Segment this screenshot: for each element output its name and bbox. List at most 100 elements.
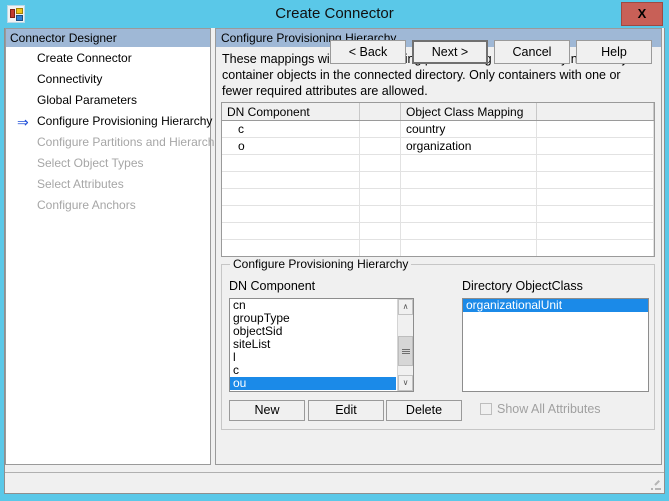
directory-objectclass-label: Directory ObjectClass	[462, 279, 583, 293]
cell-object-class-mapping: organization	[400, 137, 537, 155]
sidebar-item-label: Global Parameters	[37, 93, 138, 107]
directory-objectclass-listbox[interactable]: organizationalUnit	[462, 298, 649, 392]
edit-button[interactable]: Edit	[308, 400, 384, 421]
cell-blank-2	[536, 205, 654, 223]
cancel-button[interactable]: Cancel	[494, 40, 570, 64]
cell-object-class-mapping	[400, 222, 537, 240]
provisioning-hierarchy-panel: Configure Provisioning Hierarchy These m…	[215, 28, 662, 465]
scroll-up-icon[interactable]: ∧	[398, 299, 413, 315]
mapping-table: DN Component Object Class Mapping c count…	[222, 103, 654, 258]
sidebar-item-create-connector[interactable]: Create Connector	[7, 48, 210, 69]
list-item[interactable]: ou	[230, 377, 396, 390]
cell-blank-2	[536, 188, 654, 206]
back-button[interactable]: < Back	[330, 40, 406, 64]
cell-dn-component: c	[222, 120, 360, 138]
footer-bar	[5, 473, 664, 492]
dn-component-label: DN Component	[229, 279, 316, 293]
sidebar-item-label: Select Object Types	[37, 156, 144, 170]
mapping-grid[interactable]: DN Component Object Class Mapping c count…	[221, 102, 655, 257]
table-header-row: DN Component Object Class Mapping	[222, 103, 654, 121]
scrollbar-thumb[interactable]	[398, 336, 413, 366]
list-item[interactable]: organizationalUnit	[463, 299, 648, 312]
dn-component-items: cn groupType objectSid siteList l c ou	[230, 299, 396, 390]
cell-object-class-mapping	[400, 205, 537, 223]
table-row[interactable]	[222, 239, 654, 256]
directory-objectclass-items: organizationalUnit	[463, 299, 648, 312]
groupbox-title: Configure Provisioning Hierarchy	[230, 257, 412, 271]
cell-blank-1	[359, 154, 401, 172]
cell-object-class-mapping	[400, 171, 537, 189]
create-connector-dialog: Create Connector X Connector Designer Cr…	[0, 0, 669, 501]
current-step-arrow-icon: ⇒	[17, 114, 29, 130]
table-row[interactable]	[222, 171, 654, 189]
sidebar-item-label: Connectivity	[37, 72, 103, 86]
column-header-dn-component[interactable]: DN Component	[222, 103, 360, 121]
table-row[interactable]: c country	[222, 120, 654, 138]
delete-button[interactable]: Delete	[386, 400, 462, 421]
show-all-attributes-label: Show All Attributes	[497, 402, 601, 416]
cell-blank-1	[359, 137, 401, 155]
list-item[interactable]: l	[230, 351, 396, 364]
window-title: Create Connector	[275, 5, 394, 22]
sidebar-item-label: Configure Partitions and Hierarchies	[37, 135, 230, 149]
cell-blank-2	[536, 137, 654, 155]
close-button[interactable]: X	[621, 2, 663, 26]
title-bar: Create Connector X	[0, 0, 669, 28]
table-row[interactable]	[222, 205, 654, 223]
resize-grip-icon[interactable]	[648, 478, 661, 491]
sidebar-item-configure-provisioning-hierarchy[interactable]: ⇒ Configure Provisioning Hierarchy	[7, 111, 213, 132]
table-row[interactable]	[222, 222, 654, 240]
sidebar-item-configure-anchors: Configure Anchors	[7, 195, 210, 216]
cell-object-class-mapping	[401, 257, 537, 258]
dialog-client-area: Connector Designer Create Connector Conne…	[4, 28, 665, 494]
cell-blank-2	[536, 222, 654, 240]
cell-blank-1	[359, 120, 401, 138]
sidebar-item-select-object-types: Select Object Types	[7, 153, 210, 174]
cell-blank-1	[359, 171, 401, 189]
cell-blank-1	[359, 188, 401, 206]
help-button[interactable]: Help	[576, 40, 652, 64]
new-button[interactable]: New	[229, 400, 305, 421]
cell-dn-component	[222, 239, 360, 256]
sidebar-item-label: Create Connector	[37, 51, 132, 65]
cell-blank-2	[536, 154, 654, 172]
checkbox-icon	[480, 403, 492, 415]
cell-object-class-mapping	[400, 154, 537, 172]
table-row[interactable]: o organization	[222, 137, 654, 155]
column-header-blank-1[interactable]	[359, 103, 401, 121]
cell-blank-1	[359, 222, 401, 240]
sidebar-list: Create Connector Connectivity Global Param…	[7, 48, 230, 216]
column-header-object-class-mapping[interactable]: Object Class Mapping	[400, 103, 537, 121]
cell-blank-2	[536, 171, 654, 189]
column-header-blank-2[interactable]	[536, 103, 654, 121]
list-item[interactable]: siteList	[230, 338, 396, 351]
cell-blank-2	[536, 239, 654, 256]
sidebar-item-label: Configure Anchors	[37, 198, 136, 212]
table-row[interactable]	[222, 154, 654, 172]
sidebar-item-global-parameters[interactable]: Global Parameters	[7, 90, 210, 111]
configure-provisioning-hierarchy-group: Configure Provisioning Hierarchy DN Comp…	[221, 257, 655, 430]
list-item[interactable]: c	[230, 364, 396, 377]
cell-blank-2	[536, 120, 654, 138]
dn-component-listbox[interactable]: cn groupType objectSid siteList l c ou ∧ ∨	[229, 298, 414, 392]
cell-dn-component	[222, 205, 360, 223]
cell-dn-component: o	[222, 137, 360, 155]
cell-blank-1	[359, 205, 401, 223]
sidebar-item-connectivity[interactable]: Connectivity	[7, 69, 210, 90]
sidebar-item-select-attributes: Select Attributes	[7, 174, 210, 195]
next-button[interactable]: Next >	[412, 40, 488, 64]
show-all-attributes-checkbox: Show All Attributes	[480, 402, 601, 416]
sidebar-item-label: Select Attributes	[37, 177, 124, 191]
dn-component-scrollbar[interactable]: ∧ ∨	[397, 299, 413, 391]
sidebar-item-label: Configure Provisioning Hierarchy	[37, 114, 213, 128]
cell-object-class-mapping	[400, 239, 537, 256]
cell-dn-component	[222, 154, 360, 172]
cell-dn-component	[222, 222, 360, 240]
sidebar-item-configure-partitions-and-hierarchies: Configure Partitions and Hierarchies	[7, 132, 230, 153]
cell-dn-component	[222, 171, 360, 189]
table-row[interactable]	[222, 188, 654, 206]
scrollbar-grip-icon	[402, 349, 410, 355]
cell-object-class-mapping: country	[400, 120, 537, 138]
sidebar-header: Connector Designer	[6, 29, 210, 47]
scroll-down-icon[interactable]: ∨	[398, 375, 413, 391]
